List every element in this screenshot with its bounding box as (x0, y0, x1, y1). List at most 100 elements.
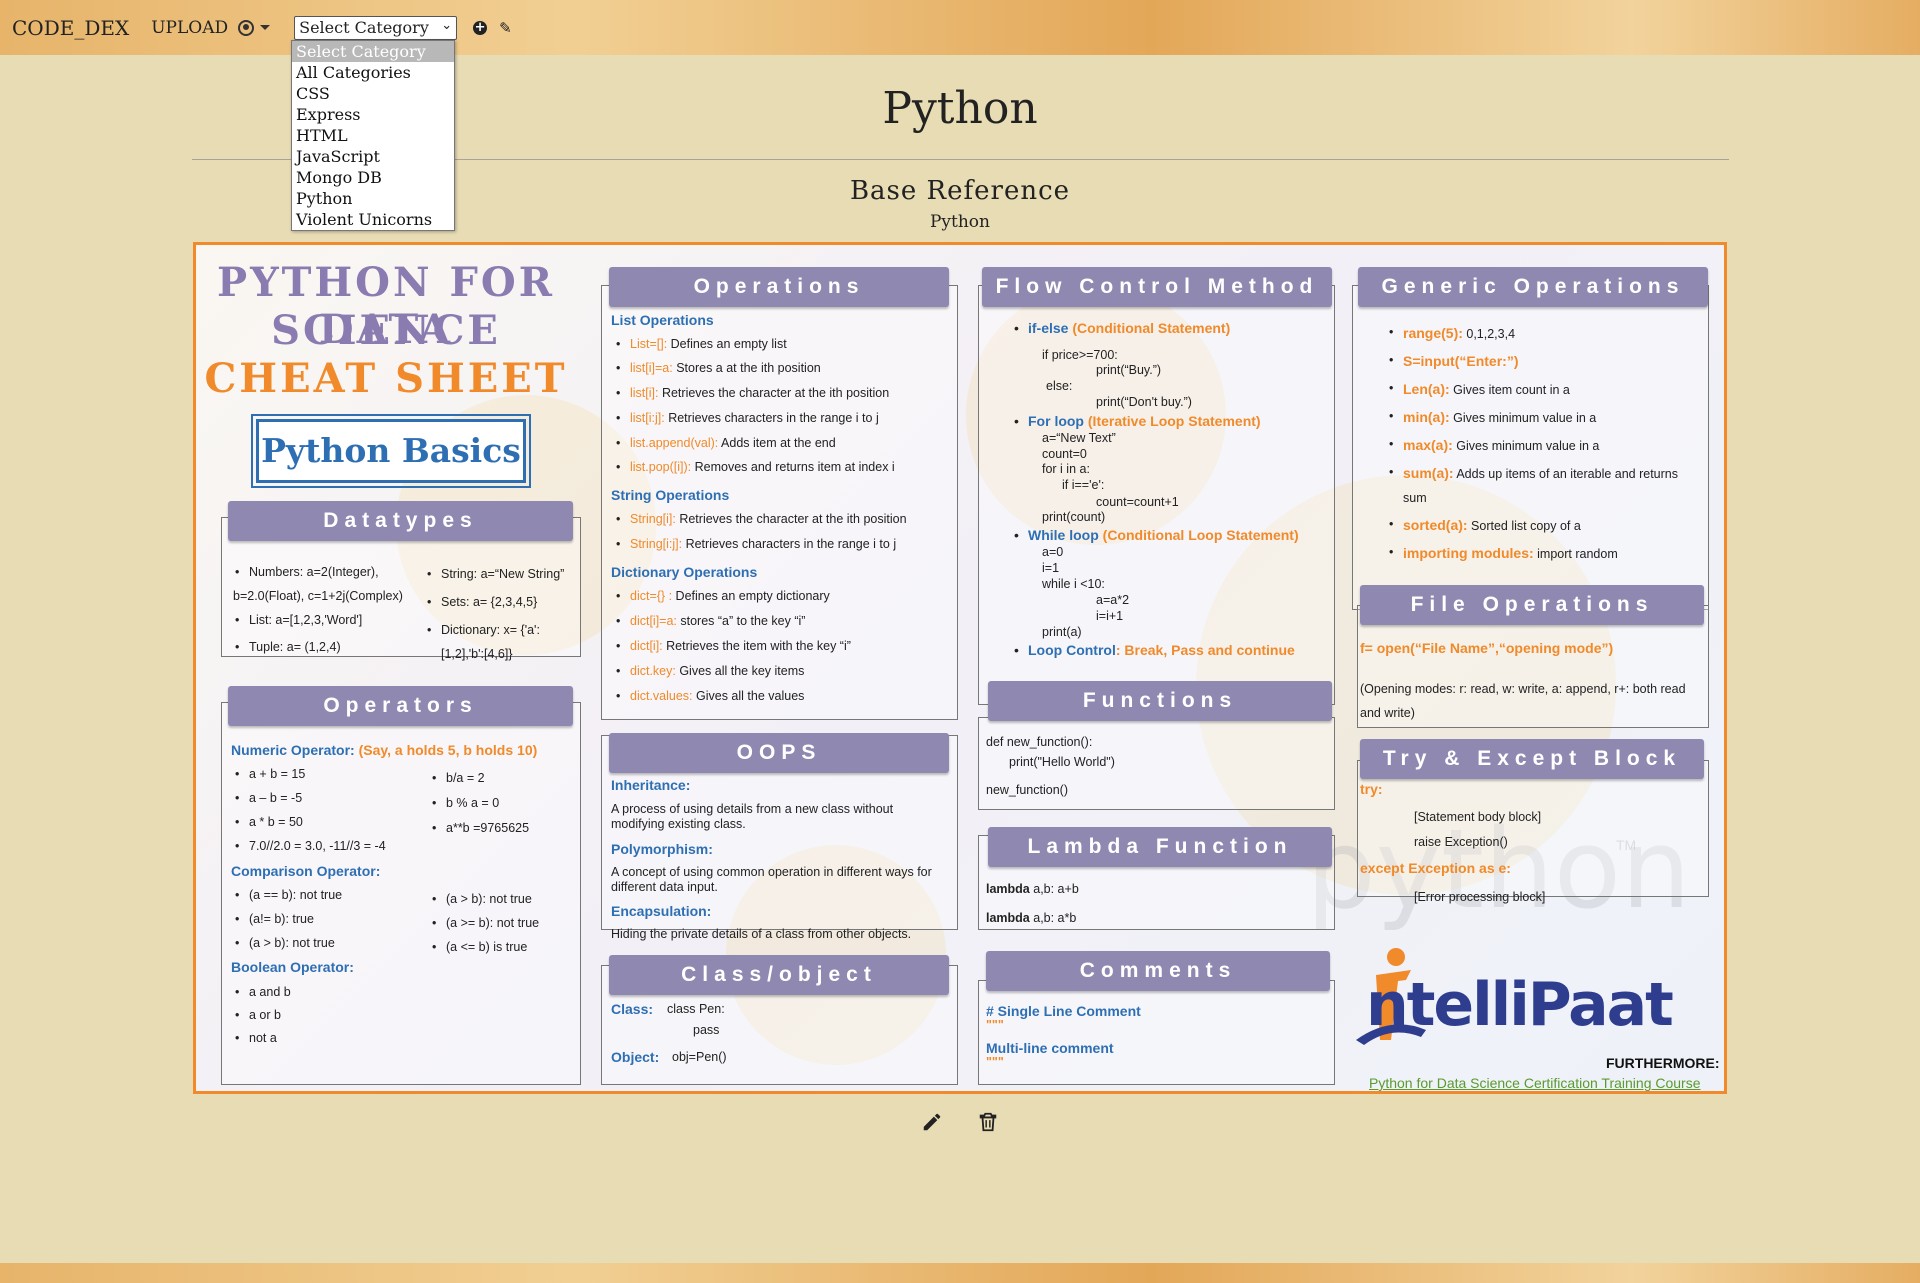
dropdown-option[interactable]: Violent Unicorns (292, 209, 454, 230)
class-object-header: Class/object (609, 955, 949, 995)
op-desc: Retrieves characters in the range i to j (664, 411, 879, 425)
generic-desc: 0,1,2,3,4 (1462, 327, 1516, 341)
user-menu[interactable] (238, 19, 271, 36)
top-navbar: CODE_DEX UPLOAD Select Category ⌄ + ✎ (0, 0, 1920, 55)
function-code: print("Hello World") (1009, 755, 1115, 769)
flow-code: print(a) (1042, 625, 1082, 639)
op-desc: Gives all the key items (675, 664, 805, 678)
operator-item: a or b (235, 1008, 281, 1022)
reference-actions (0, 1110, 1920, 1134)
reference-category: Python (929, 212, 990, 232)
category-dropdown-list: Select Category All Categories CSS Expre… (291, 40, 455, 231)
try-except-header: Try & Except Block (1360, 739, 1704, 779)
course-link[interactable]: Python for Data Science Certification Tr… (1369, 1075, 1701, 1091)
op-desc: Removes and returns item at index i (691, 460, 895, 474)
oops-desc: different data input. (611, 880, 718, 894)
flow-code: count=count+1 (1096, 495, 1179, 509)
dropdown-option[interactable]: Python (292, 188, 454, 209)
brand-logo[interactable]: CODE_DEX (12, 16, 129, 40)
op-desc: Defines an empty list (667, 337, 787, 351)
flow-desc: (Conditional Loop Statement) (1098, 527, 1299, 543)
category-select[interactable]: Select Category ⌄ (294, 15, 458, 40)
dropdown-option[interactable]: All Categories (292, 62, 454, 83)
dropdown-option[interactable]: Mongo DB (292, 167, 454, 188)
lambda-code: a,b: a*b (1029, 911, 1077, 925)
op-desc: Defines an empty dictionary (672, 589, 830, 603)
numeric-operator-note: (Say, a holds 5, b holds 10) (358, 742, 538, 758)
numeric-operator-label: Numeric Operator: (231, 742, 355, 758)
edit-pencil-icon[interactable] (921, 1110, 943, 1134)
dropdown-option[interactable]: HTML (292, 125, 454, 146)
functions-header: Functions (988, 681, 1332, 721)
dropdown-option[interactable]: Select Category (292, 41, 454, 62)
lambda-header: Lambda Function (988, 827, 1332, 867)
op-key: list[i]=a: (630, 361, 673, 375)
dropdown-option[interactable]: CSS (292, 83, 454, 104)
op-key: list[i:j]: (630, 411, 665, 425)
cheat-sheet-image: python TM PYTHON FOR DATA SCIENCE CHEAT … (193, 242, 1727, 1094)
datatypes-item: Dictionary: x= {'a': (427, 623, 540, 637)
encapsulation-label: Encapsulation: (611, 903, 712, 919)
class-code: pass (693, 1023, 720, 1037)
op-key: dict={} : (630, 589, 673, 603)
generic-desc: Sorted list copy of a (1467, 519, 1581, 533)
page-title: Python (882, 83, 1038, 134)
add-icon[interactable]: + (473, 20, 488, 35)
class-code: class Pen: (667, 1002, 725, 1016)
oops-desc: A concept of using common operation in d… (611, 865, 932, 879)
generic-key: importing modules: (1403, 545, 1534, 561)
file-modes: and write) (1360, 706, 1415, 720)
operator-item: a and b (235, 985, 291, 999)
flow-key: if-else (1028, 320, 1069, 336)
oops-desc: modifying existing class. (611, 817, 746, 831)
datatypes-header: Datatypes (228, 501, 573, 541)
generic-key: range(5): (1403, 325, 1463, 341)
file-operations-header: File Operations (1360, 585, 1704, 625)
datatypes-item: Numbers: a=2(Integer), (235, 565, 379, 579)
datatypes-item: String: a=“New String” (427, 567, 564, 581)
user-icon (238, 19, 255, 36)
category-select-value: Select Category (299, 17, 429, 37)
operator-item: (a!= b): true (235, 912, 314, 926)
op-desc: Gives all the values (692, 689, 805, 703)
trash-icon[interactable] (977, 1110, 999, 1134)
flow-key: While loop (1028, 527, 1099, 543)
flow-desc: (Conditional Statement) (1068, 320, 1231, 336)
comment-quotes: """ (986, 1055, 1004, 1069)
comparison-operator-label: Comparison Operator: (231, 863, 381, 879)
try-code: [Statement body block] (1414, 810, 1542, 824)
operator-item: b/a = 2 (432, 771, 484, 785)
generic-desc: sum (1403, 491, 1427, 505)
generic-desc: Gives minimum value in a (1449, 411, 1597, 425)
upload-link[interactable]: UPLOAD (151, 18, 228, 38)
generic-desc: import random (1533, 547, 1618, 561)
flow-code: print(“Don't buy.”) (1096, 395, 1192, 409)
op-key: dict[i]: (630, 639, 663, 653)
flow-code: while i <10: (1042, 577, 1105, 591)
generic-operations-header: Generic Operations (1358, 267, 1708, 307)
op-desc: Retrieves characters in the range i to j (682, 537, 897, 551)
operator-item: a**b =9765625 (432, 821, 529, 835)
datatypes-item: b=2.0(Float), c=1+2j(Complex) (233, 589, 403, 603)
op-key: List=[]: (630, 337, 668, 351)
furthermore-label: FURTHERMORE: (1606, 1055, 1720, 1071)
oops-desc: A process of using details from a new cl… (611, 802, 894, 816)
flow-code: i=1 (1042, 561, 1060, 575)
flow-code: if price>=700: (1042, 348, 1118, 362)
op-desc: Adds item at the end (718, 436, 836, 450)
flow-code: else: (1046, 379, 1073, 393)
generic-key: Len(a): (1403, 381, 1450, 397)
dropdown-option[interactable]: Express (292, 104, 454, 125)
op-key: list[i]: (630, 386, 659, 400)
operator-item: not a (235, 1031, 277, 1045)
comment-quotes: """ (986, 1018, 1004, 1032)
sheet-title-line3: CHEAT SHEET (204, 355, 568, 402)
edit-pencil-icon[interactable]: ✎ (499, 19, 512, 37)
flow-control-header: Flow Control Method (982, 267, 1332, 307)
generic-key: S=input(“Enter:”) (1403, 353, 1519, 369)
multi-line-comment: Multi-line comment (986, 1040, 1114, 1056)
dropdown-option[interactable]: JavaScript (292, 146, 454, 167)
dictionary-operations-label: Dictionary Operations (611, 564, 758, 580)
flow-key: For loop (1028, 413, 1084, 429)
lambda-keyword: lambda (986, 882, 1030, 896)
